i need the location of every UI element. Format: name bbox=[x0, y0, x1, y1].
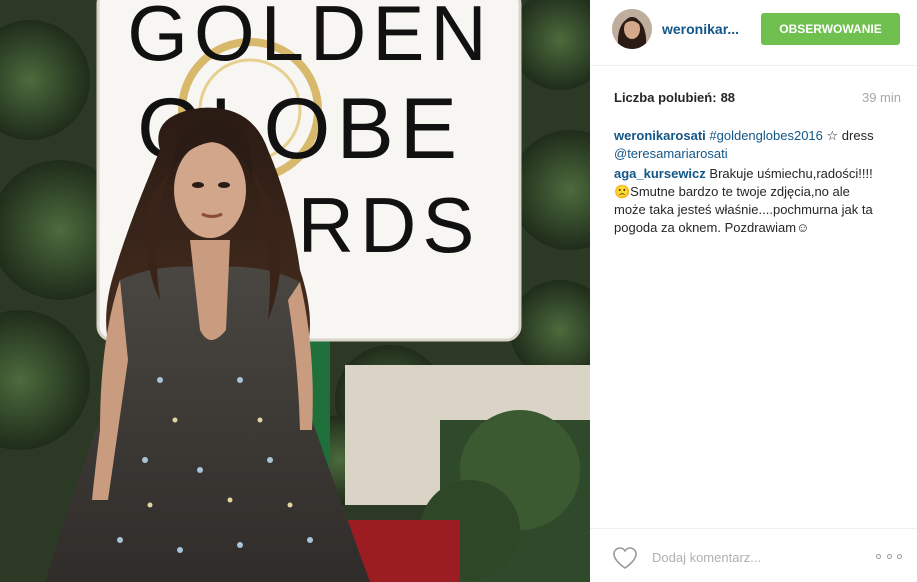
more-options-icon[interactable] bbox=[876, 549, 902, 563]
likes-count[interactable]: Liczba polubień: 88 bbox=[614, 90, 735, 105]
likes-label: Liczba polubień: bbox=[614, 90, 717, 105]
follow-button[interactable]: OBSERWOWANIE bbox=[761, 13, 900, 45]
post-time[interactable]: 39 min bbox=[862, 90, 901, 105]
comment-text: dress bbox=[841, 128, 874, 143]
avatar-image bbox=[612, 9, 652, 49]
comment-caption: weronikarosati #goldenglobes2016 ☆ dress… bbox=[614, 127, 874, 163]
star-icon: ☆ bbox=[826, 128, 839, 143]
comment-hashtag[interactable]: #goldenglobes2016 bbox=[709, 128, 823, 143]
comment-username[interactable]: aga_kursewicz bbox=[614, 166, 706, 181]
username[interactable]: weronikar... bbox=[662, 21, 739, 37]
dot-icon bbox=[876, 553, 881, 559]
photo-illustration: GOLDEN GLOBE ARDS bbox=[0, 0, 590, 582]
comments-list: weronikarosati #goldenglobes2016 ☆ dress… bbox=[614, 127, 874, 239]
avatar[interactable] bbox=[612, 9, 652, 49]
post-footer bbox=[590, 528, 917, 582]
dot-icon bbox=[897, 553, 902, 559]
dot-icon bbox=[886, 553, 892, 559]
post-header: weronikar... OBSERWOWANIE bbox=[590, 0, 917, 66]
comment-input[interactable] bbox=[652, 547, 842, 567]
post-sidebar: weronikar... OBSERWOWANIE Liczba polubie… bbox=[590, 0, 917, 582]
comment-username[interactable]: weronikarosati bbox=[614, 128, 706, 143]
post-photo: GOLDEN GLOBE ARDS bbox=[0, 0, 590, 582]
heart-icon[interactable] bbox=[612, 546, 638, 570]
comment-item: aga_kursewicz Brakuje uśmiechu,radości!!… bbox=[614, 165, 874, 237]
comment-mention[interactable]: @teresamariarosati bbox=[614, 146, 728, 161]
likes-number: 88 bbox=[720, 90, 736, 105]
sign-line-1: GOLDEN bbox=[127, 0, 492, 77]
post-stats: Liczba polubień: 88 39 min bbox=[614, 90, 901, 110]
